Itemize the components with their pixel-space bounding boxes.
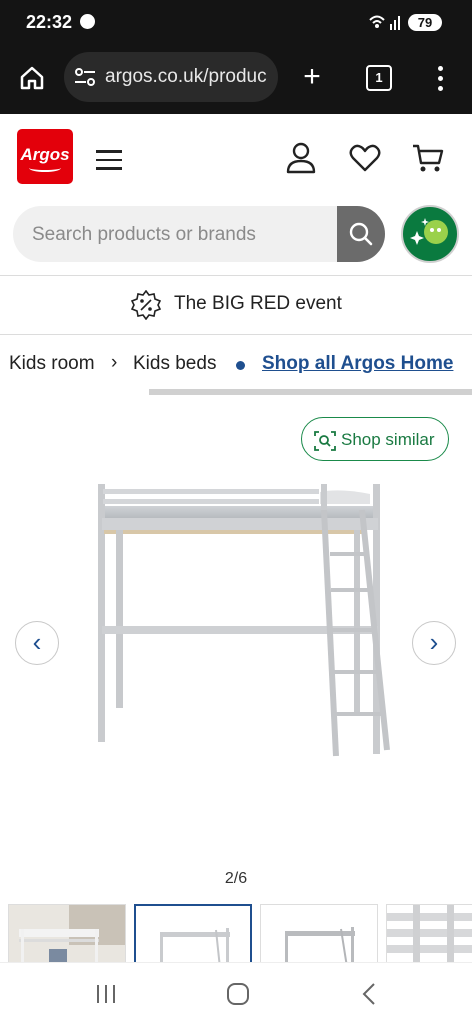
account-icon[interactable]	[284, 141, 318, 175]
shop-similar-button[interactable]: Shop similar	[301, 417, 449, 461]
site-settings-icon[interactable]	[74, 67, 96, 87]
status-bar: 22:32 79	[0, 0, 472, 46]
status-time: 22:32	[26, 12, 73, 32]
gallery-counter: 2/6	[224, 870, 248, 887]
promo-character-icon[interactable]	[401, 205, 459, 263]
shop-similar-label: Shop similar	[341, 430, 435, 449]
gallery-prev-button[interactable]: ‹	[15, 621, 59, 665]
browser-toolbar: argos.co.uk/produc + 1	[0, 46, 472, 114]
recent-apps-icon[interactable]	[92, 982, 120, 1006]
product-gallery: Shop similar ‹ › 2/6	[0, 396, 472, 901]
product-image-high-sleeper-bed[interactable]	[92, 484, 394, 769]
search-icon	[349, 222, 373, 246]
browser-home-icon[interactable]	[18, 64, 46, 92]
system-home-icon[interactable]	[224, 982, 252, 1006]
promo-banner[interactable]: The BIG RED event	[0, 275, 472, 335]
wifi-signal-icon	[368, 13, 402, 34]
address-url: argos.co.uk/produc	[105, 66, 267, 87]
chevron-right-icon: ›	[111, 352, 118, 373]
banner-text: The BIG RED event	[174, 293, 342, 314]
back-icon[interactable]	[356, 982, 384, 1006]
search-input[interactable]: Search products or brands	[13, 206, 337, 262]
search-row: Search products or brands	[0, 202, 472, 274]
battery-indicator: 79	[408, 14, 442, 31]
address-bar[interactable]: argos.co.uk/produc	[64, 52, 278, 102]
wishlist-heart-icon[interactable]	[348, 141, 382, 175]
messenger-icon	[80, 14, 95, 29]
thumbnail-3[interactable]	[260, 904, 378, 962]
new-tab-icon[interactable]: +	[298, 62, 326, 92]
breadcrumb: Kids room › Kids beds Shop all Argos Hom…	[0, 334, 472, 396]
trolley-icon[interactable]	[411, 141, 445, 175]
menu-hamburger-icon[interactable]	[96, 150, 122, 170]
argos-logo[interactable]: Argos	[17, 129, 73, 184]
site-header: Argos	[0, 114, 472, 202]
thumbnail-strip	[0, 900, 472, 962]
visual-search-icon	[314, 431, 336, 451]
thumbnail-2-selected[interactable]	[134, 904, 252, 962]
breadcrumb-kids-room[interactable]: Kids room	[9, 353, 95, 375]
tab-switcher-button[interactable]: 1	[366, 65, 392, 91]
breadcrumb-dot-icon	[236, 361, 245, 370]
overflow-menu-icon[interactable]	[432, 64, 448, 92]
system-navigation-bar	[0, 962, 472, 1025]
search-placeholder: Search products or brands	[32, 224, 256, 245]
gallery-next-button[interactable]: ›	[412, 621, 456, 665]
thumbnail-1[interactable]	[8, 904, 126, 962]
percent-badge-icon	[130, 289, 162, 321]
thumbnail-4[interactable]	[386, 904, 472, 962]
shop-all-argos-home-link[interactable]: Shop all Argos Home	[262, 353, 453, 375]
horizontal-scroll-indicator	[149, 389, 472, 395]
search-button[interactable]	[337, 206, 385, 262]
logo-text: Argos	[20, 145, 70, 164]
breadcrumb-kids-beds[interactable]: Kids beds	[133, 353, 216, 375]
